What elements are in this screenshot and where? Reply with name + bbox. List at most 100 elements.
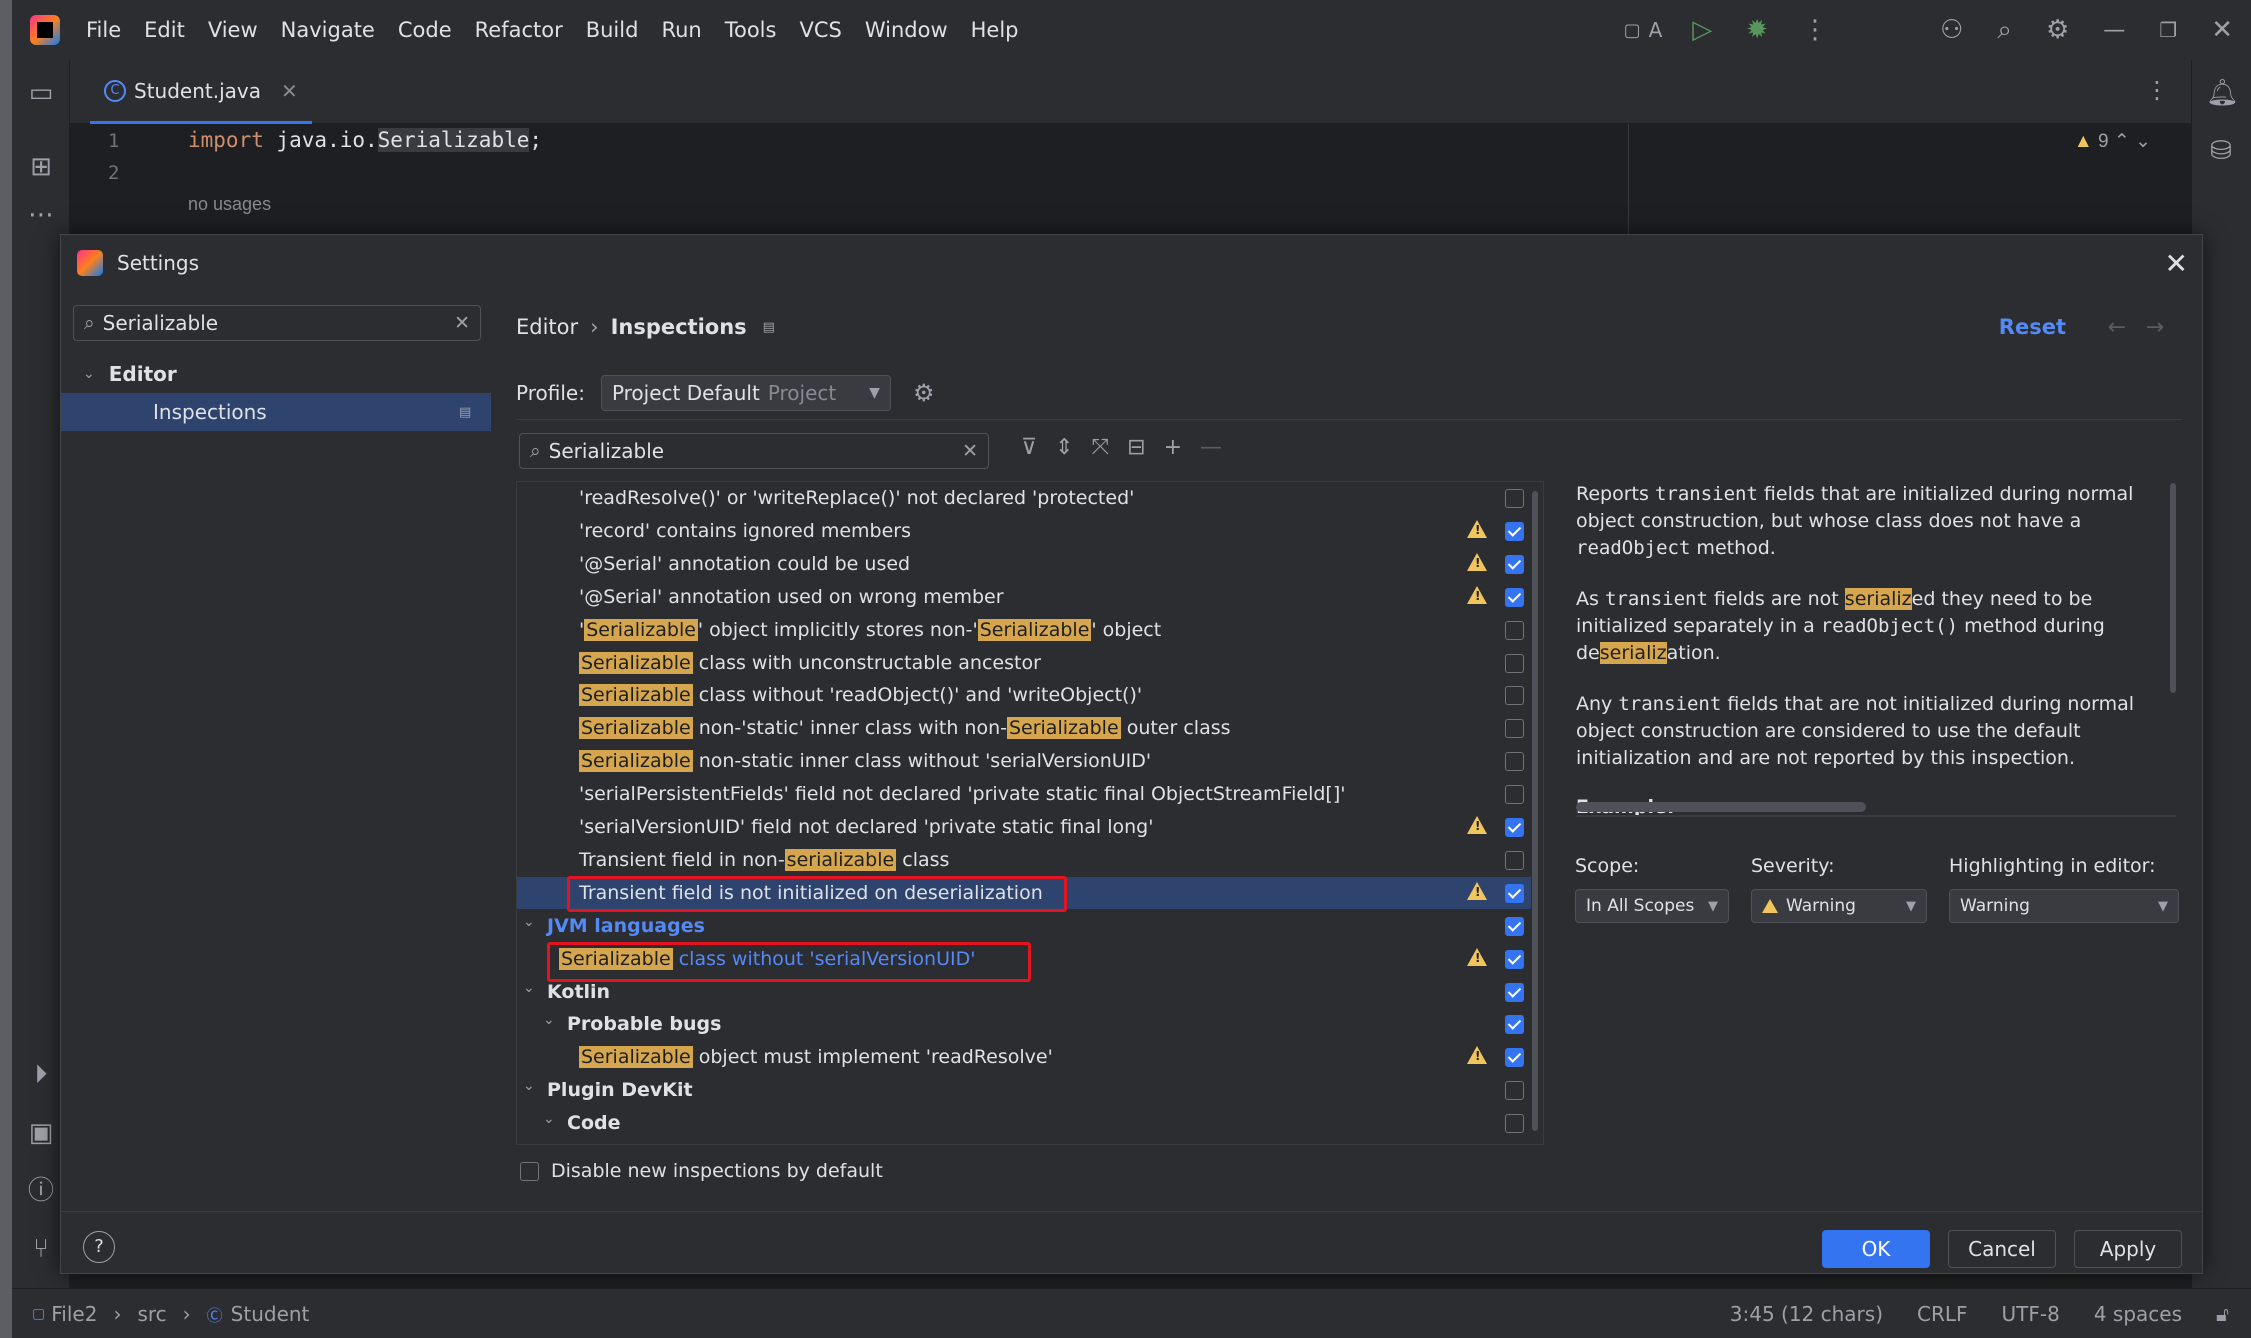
inspection-checkbox[interactable] — [1505, 850, 1524, 870]
breadcrumb-editor[interactable]: Editor — [516, 315, 578, 339]
inspection-row[interactable]: 'record' contains ignored members — [517, 515, 1531, 547]
tree-item-inspections[interactable]: Inspections ▤ — [61, 393, 491, 431]
git-icon[interactable]: ⑂ — [26, 1234, 56, 1264]
chevron-down-icon[interactable]: ⌄ — [523, 1078, 535, 1094]
ok-button[interactable]: OK — [1822, 1230, 1930, 1268]
debug-icon[interactable]: ✹ — [1746, 15, 1768, 45]
inspection-checkbox[interactable] — [1505, 949, 1524, 969]
app-logo-icon[interactable] — [30, 15, 60, 45]
inspection-group-row[interactable]: ⌄ Probable bugs — [517, 1008, 1531, 1040]
add-icon[interactable]: + — [1164, 435, 1182, 460]
menu-edit[interactable]: Edit — [144, 18, 185, 42]
highlighting-dropdown[interactable]: Warning ▼ — [1949, 889, 2179, 923]
menu-run[interactable]: Run — [661, 18, 701, 42]
inspection-checkbox[interactable] — [1505, 489, 1524, 508]
settings-gear-icon[interactable]: ⚙ — [2046, 15, 2069, 45]
chevron-down-icon[interactable]: ⌄ — [523, 914, 535, 930]
inspection-group-row[interactable]: ⌄ Code — [517, 1107, 1531, 1139]
inspection-row[interactable]: 'serialVersionUID' field not declared 'p… — [517, 811, 1531, 843]
disable-new-checkbox[interactable] — [520, 1161, 539, 1181]
settings-search-input[interactable]: ⌕ Serializable ✕ — [73, 305, 481, 341]
structure-icon[interactable]: ⊞ — [26, 152, 56, 182]
inspection-row[interactable]: 'readResolve()' or 'writeReplace()' not … — [517, 482, 1531, 514]
menu-help[interactable]: Help — [971, 18, 1019, 42]
inspection-row[interactable]: Serializable class without 'readObject()… — [517, 679, 1531, 711]
close-tab-icon[interactable]: ✕ — [281, 79, 298, 103]
profile-dropdown[interactable]: Project Default Project ▼ — [600, 375, 891, 411]
reset-to-empty-icon[interactable]: ⊟ — [1127, 435, 1145, 460]
inspection-row[interactable]: Serializable object must implement 'read… — [517, 1041, 1531, 1073]
database-icon[interactable]: ⛁ — [2206, 136, 2236, 166]
status-crumb-class[interactable]: Student — [231, 1302, 310, 1326]
file-encoding[interactable]: UTF-8 — [2002, 1302, 2060, 1326]
code-line[interactable]: import java.io.Serializable; — [188, 128, 542, 152]
inspection-checkbox[interactable] — [1505, 883, 1524, 903]
inspection-checkbox[interactable] — [1505, 916, 1524, 936]
inspection-checkbox[interactable] — [1505, 1081, 1524, 1101]
minimize-icon[interactable]: — — [2103, 18, 2125, 43]
list-scrollbar[interactable] — [1532, 491, 1538, 1131]
inspection-checkbox[interactable] — [1505, 521, 1524, 541]
inspection-row[interactable]: Non-default constructor in serializable … — [517, 1140, 1531, 1144]
collapse-all-icon[interactable]: ⤧ — [1092, 435, 1110, 460]
inspection-group-row[interactable]: ⌄ JVM languages — [517, 910, 1531, 942]
run-config-selector[interactable]: A — [1649, 18, 1663, 42]
menu-tools[interactable]: Tools — [725, 18, 777, 42]
inspection-row[interactable]: '@Serial' annotation used on wrong membe… — [517, 581, 1531, 613]
description-hscrollbar[interactable] — [1576, 802, 1866, 812]
close-dialog-icon[interactable]: ✕ — [2165, 247, 2188, 280]
profile-gear-icon[interactable]: ⚙ — [913, 379, 935, 407]
inspection-checkbox[interactable] — [1505, 620, 1524, 640]
menu-view[interactable]: View — [208, 18, 258, 42]
menu-code[interactable]: Code — [398, 18, 452, 42]
inspection-widget[interactable]: ▲ 9 ⌃ ⌄ — [2074, 130, 2151, 153]
menu-window[interactable]: Window — [865, 18, 948, 42]
inspection-checkbox[interactable] — [1505, 587, 1524, 607]
reset-link[interactable]: Reset — [1999, 315, 2066, 339]
inspection-row[interactable]: 'serialPersistentFields' field not decla… — [517, 778, 1531, 810]
project-folder-icon[interactable]: ▭ — [26, 78, 56, 108]
inspection-row[interactable]: Serializable non-static inner class with… — [517, 745, 1531, 777]
expand-all-icon[interactable]: ⇕ — [1055, 435, 1073, 460]
chevron-down-icon[interactable]: ⌄ — [2135, 131, 2151, 152]
close-window-icon[interactable]: ✕ — [2211, 15, 2233, 45]
menu-build[interactable]: Build — [586, 18, 639, 42]
clear-filter-icon[interactable]: ✕ — [962, 440, 978, 462]
inspection-checkbox[interactable] — [1505, 982, 1524, 1002]
inspection-group-row[interactable]: ⌄ Plugin DevKit — [517, 1074, 1531, 1106]
inspection-row[interactable]: ' Serializable ' object implicitly stores … — [517, 614, 1531, 646]
tree-item-editor[interactable]: ⌄ Editor — [61, 355, 491, 393]
status-crumb-folder[interactable]: src — [137, 1302, 166, 1326]
chevron-down-icon[interactable]: ⌄ — [523, 980, 535, 996]
problems-icon[interactable]: ⓘ — [26, 1176, 56, 1206]
chevron-down-icon[interactable]: ⌄ — [543, 1012, 555, 1028]
inspection-checkbox[interactable] — [1505, 686, 1524, 706]
inspection-checkbox[interactable] — [1505, 653, 1524, 673]
inspection-checkbox[interactable] — [1505, 752, 1524, 772]
cancel-button[interactable]: Cancel — [1948, 1230, 2056, 1268]
scope-dropdown[interactable]: In All Scopes ▼ — [1575, 889, 1729, 923]
chevron-up-icon[interactable]: ⌃ — [2114, 131, 2130, 152]
description-scrollbar[interactable] — [2170, 483, 2176, 693]
inspection-checkbox[interactable] — [1505, 785, 1524, 805]
tab-student-java[interactable]: C Student.java ✕ — [90, 60, 312, 124]
inspection-row[interactable]: Serializable non-'static' inner class wi… — [517, 712, 1531, 744]
lock-icon[interactable]: 🔓︎ — [2216, 1302, 2229, 1326]
status-crumb-module[interactable]: File2 — [51, 1302, 97, 1326]
inspection-checkbox[interactable] — [1505, 818, 1524, 837]
apply-button[interactable]: Apply — [2074, 1230, 2182, 1268]
inspection-filter-input[interactable]: ⌕ Serializable ✕ — [519, 433, 989, 469]
inspection-checkbox[interactable] — [1505, 1114, 1524, 1134]
back-arrow-icon[interactable]: ← — [2108, 315, 2126, 340]
inspection-checkbox[interactable] — [1505, 1015, 1524, 1035]
restore-icon[interactable]: ❐ — [2159, 18, 2177, 42]
chevron-down-icon[interactable]: ⌄ — [543, 1111, 555, 1127]
caret-position[interactable]: 3:45 (12 chars) — [1730, 1302, 1883, 1326]
account-icon[interactable]: ⚇ — [1940, 15, 1963, 45]
notifications-bell-icon[interactable]: 🔔︎ — [2206, 78, 2239, 108]
terminal-icon[interactable]: ▣ — [26, 1118, 56, 1148]
menu-vcs[interactable]: VCS — [799, 18, 841, 42]
help-icon[interactable]: ? — [83, 1231, 115, 1263]
inspection-row[interactable]: Transient field in non-serializable clas… — [517, 844, 1531, 876]
search-everywhere-icon[interactable]: ⌕ — [1997, 15, 2012, 46]
